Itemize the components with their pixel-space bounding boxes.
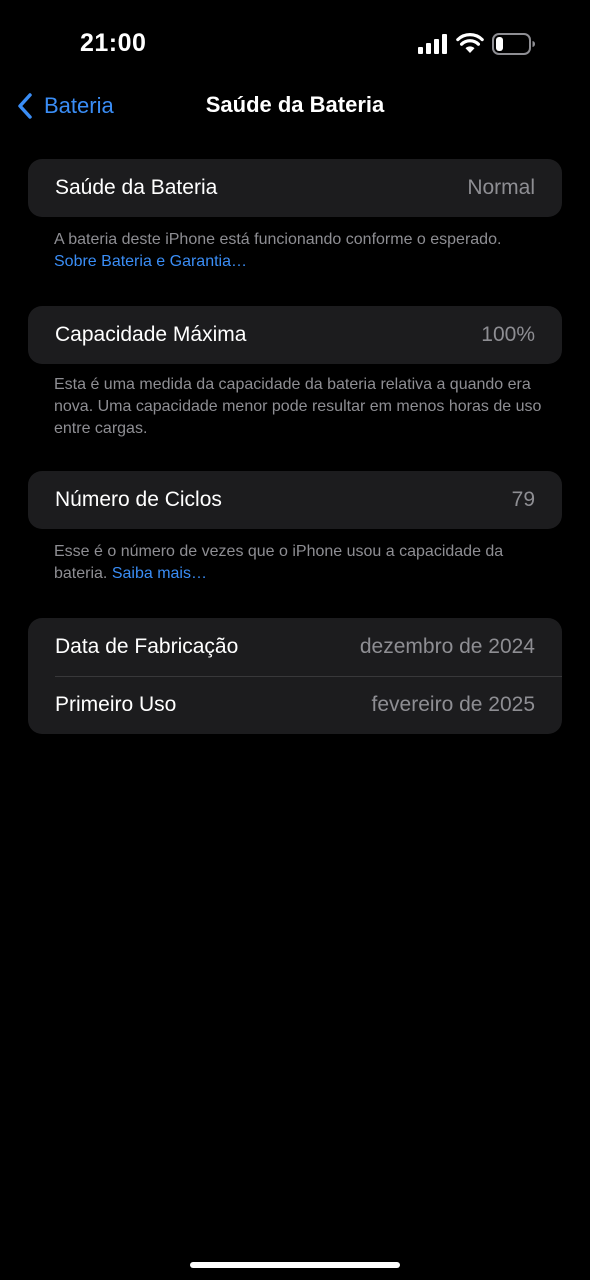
dates-group: Data de Fabricação dezembro de 2024 Prim… (28, 618, 562, 734)
wifi-icon (456, 33, 484, 53)
manufacture-date-row: Data de Fabricação dezembro de 2024 (28, 618, 562, 676)
battery-health-group: Saúde da Bateria Normal (28, 159, 562, 217)
cycle-count-footer: Esse é o número de vezes que o iPhone us… (54, 541, 544, 585)
manufacture-date-value: dezembro de 2024 (359, 635, 535, 658)
home-indicator[interactable] (190, 1262, 400, 1268)
manufacture-date-label: Data de Fabricação (55, 635, 239, 658)
page-title: Saúde da Bateria (205, 92, 385, 117)
maximum-capacity-footer: Esta é uma medida da capacidade da bater… (54, 376, 542, 437)
first-use-value: fevereiro de 2025 (371, 693, 535, 716)
maximum-capacity-value: 100% (481, 323, 535, 346)
cycle-count-value: 79 (511, 488, 535, 511)
navigation-bar: Bateria Saúde da Bateria (0, 82, 590, 130)
status-time: 21:00 (80, 29, 147, 57)
battery-icon (492, 33, 535, 55)
cycle-count-row: Número de Ciclos 79 (28, 471, 562, 529)
battery-warranty-link[interactable]: Sobre Bateria e Garantia… (54, 253, 247, 270)
battery-health-label: Saúde da Bateria (55, 176, 218, 199)
first-use-label: Primeiro Uso (55, 693, 177, 716)
battery-health-value: Normal (467, 176, 535, 199)
signal-icon (418, 34, 447, 54)
status-bar: 21:00 (0, 0, 590, 88)
battery-health-footer-text: A bateria deste iPhone está funcionando … (54, 231, 502, 248)
battery-health-row: Saúde da Bateria Normal (28, 159, 562, 217)
maximum-capacity-row: Capacidade Máxima 100% (28, 306, 562, 364)
battery-health-footer: A bateria deste iPhone está funcionando … (54, 229, 544, 273)
first-use-row: Primeiro Uso fevereiro de 2025 (28, 676, 562, 734)
cycle-count-label: Número de Ciclos (55, 488, 222, 511)
cycle-count-group: Número de Ciclos 79 (28, 471, 562, 529)
maximum-capacity-label: Capacidade Máxima (55, 323, 247, 346)
maximum-capacity-group: Capacidade Máxima 100% (28, 306, 562, 364)
learn-more-link[interactable]: Saiba mais… (112, 565, 207, 582)
